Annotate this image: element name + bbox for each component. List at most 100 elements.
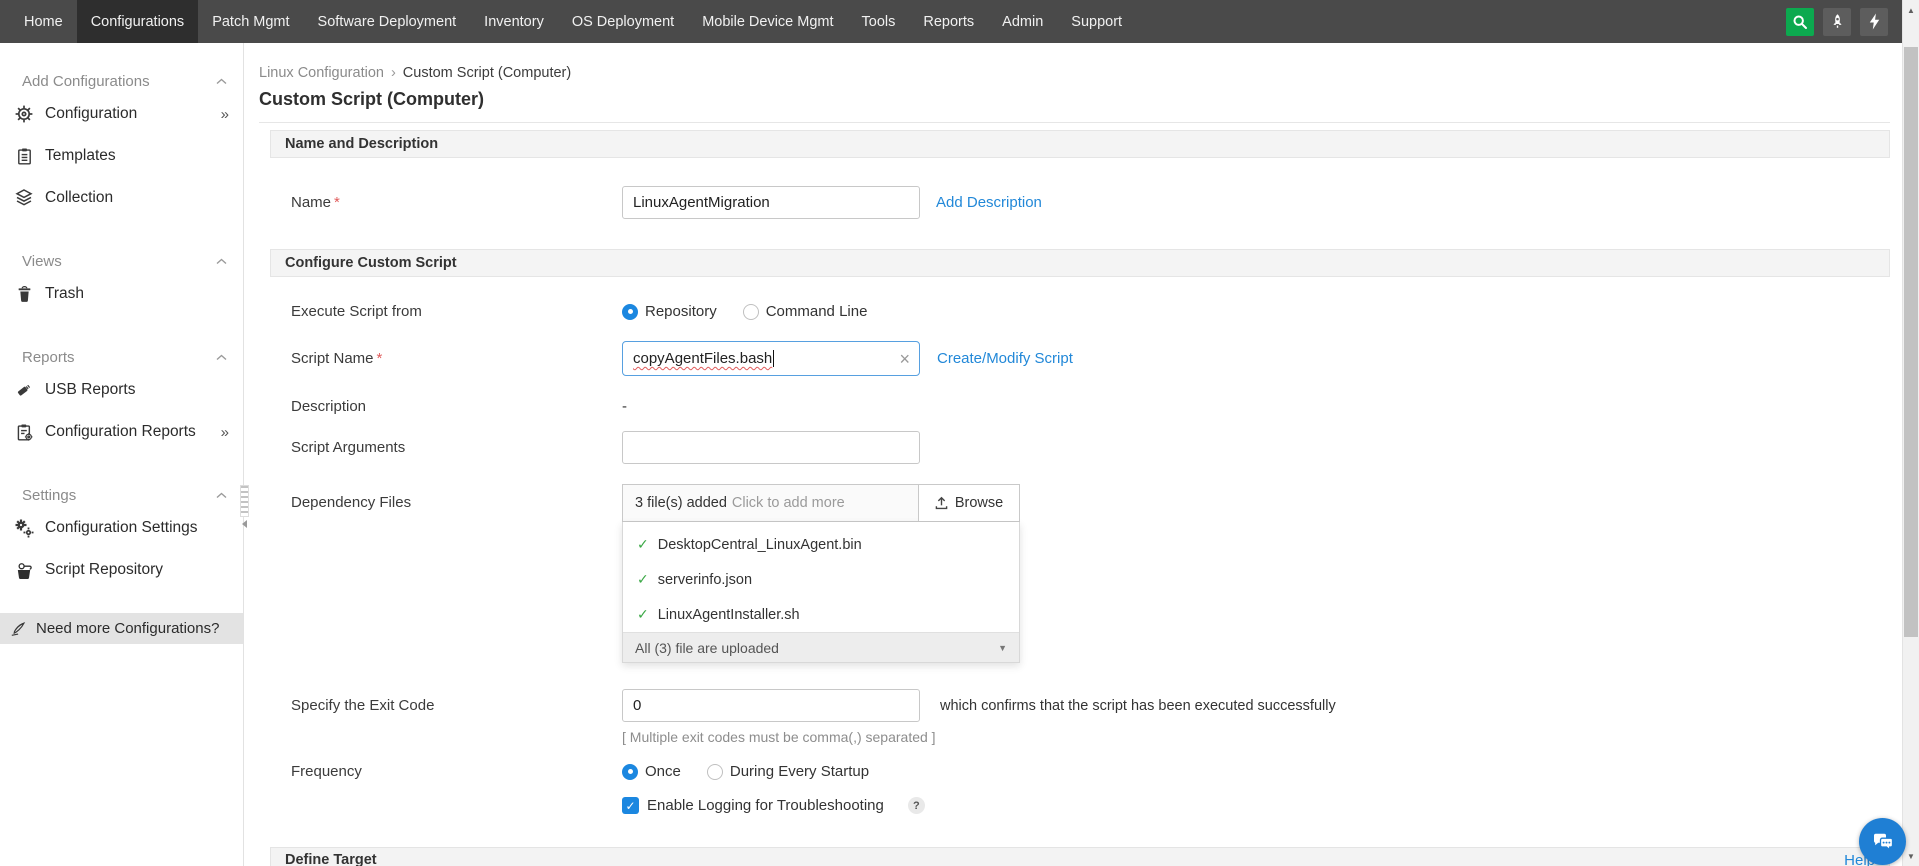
sidebar-item-templates[interactable]: Templates <box>0 135 243 177</box>
sidebar-item-trash[interactable]: Trash <box>0 273 243 315</box>
nav-tabs: Home Configurations Patch Mgmt Software … <box>0 0 1136 43</box>
page-title: Custom Script (Computer) <box>259 89 484 109</box>
breadcrumb-linux-configuration[interactable]: Linux Configuration <box>259 65 384 81</box>
radio-label: Command Line <box>765 303 868 320</box>
radio-unselected-icon[interactable] <box>742 303 759 320</box>
create-modify-script-link[interactable]: Create/Modify Script <box>937 350 1073 367</box>
sidebar-item-label: Configuration Reports <box>45 423 196 440</box>
getting-started-button[interactable] <box>1823 7 1851 36</box>
scroll-up-arrow-icon[interactable]: ▲ <box>1903 3 1919 17</box>
scroll-down-arrow-icon[interactable]: ▼ <box>1903 849 1919 863</box>
grip-bars-icon <box>239 485 249 517</box>
script-name-input[interactable]: copyAgentFiles.bash × <box>622 341 920 376</box>
description-row: Description - <box>270 398 1890 415</box>
script-name-row: Script Name * copyAgentFiles.bash × Creat… <box>270 341 1890 376</box>
nav-item-patch-mgmt[interactable]: Patch Mgmt <box>198 0 303 43</box>
chevron-down-icon[interactable]: ▼ <box>998 643 1007 653</box>
file-name: serverinfo.json <box>657 571 753 588</box>
required-asterisk: * <box>334 194 340 211</box>
section-title: Define Target <box>285 852 377 866</box>
logging-row: Enable Logging for Troubleshooting ? <box>270 797 1890 814</box>
frequency-label: Frequency <box>291 763 362 780</box>
files-added-field[interactable]: 3 file(s) added Click to add more <box>623 485 918 521</box>
nav-item-mobile-device-mgmt[interactable]: Mobile Device Mgmt <box>688 0 847 43</box>
radio-command-line[interactable]: Command Line <box>742 303 868 320</box>
nav-item-admin[interactable]: Admin <box>988 0 1057 43</box>
radio-unselected-icon[interactable] <box>706 763 723 780</box>
radio-selected-icon[interactable] <box>622 763 638 780</box>
nav-item-software-deployment[interactable]: Software Deployment <box>304 0 471 43</box>
sidebar-section-add-configurations: Add Configurations <box>22 69 227 93</box>
check-icon: ✓ <box>637 571 649 587</box>
sidebar-item-script-repository[interactable]: Script Repository <box>0 549 243 591</box>
live-chat-button[interactable] <box>1859 818 1906 865</box>
radio-once[interactable]: Once <box>622 763 681 780</box>
quill-icon <box>10 620 28 638</box>
vertical-scrollbar[interactable]: ▲ ▼ <box>1902 0 1919 866</box>
chevron-up-icon[interactable] <box>216 492 227 499</box>
sidebar-item-label: Trash <box>45 285 85 302</box>
chevron-up-icon[interactable] <box>216 78 227 85</box>
help-question-icon[interactable]: ? <box>907 797 925 814</box>
nav-actions <box>1786 0 1902 43</box>
search-button[interactable] <box>1786 7 1814 36</box>
script-repository-icon <box>14 560 34 580</box>
clear-icon[interactable]: × <box>899 350 910 368</box>
script-arguments-label: Script Arguments <box>291 439 406 456</box>
script-arguments-input[interactable] <box>622 431 920 464</box>
dependency-file-item[interactable]: ✓ DesktopCentral_LinuxAgent.bin <box>623 527 1019 562</box>
collapse-left-icon <box>241 520 247 528</box>
nav-item-support[interactable]: Support <box>1057 0 1136 43</box>
section-header-define-target: Define Target Help <box>270 847 1890 866</box>
nav-item-tools[interactable]: Tools <box>848 0 910 43</box>
logging-checkbox-checked[interactable] <box>622 797 639 814</box>
add-description-link[interactable]: Add Description <box>936 194 1042 211</box>
script-name-value: copyAgentFiles.bash <box>633 350 773 367</box>
quick-actions-button[interactable] <box>1860 7 1888 36</box>
need-more-configurations-button[interactable]: Need more Configurations? <box>0 613 243 644</box>
upload-icon <box>935 496 948 510</box>
nav-item-reports[interactable]: Reports <box>909 0 988 43</box>
upload-status-footer[interactable]: All (3) file are uploaded ▼ <box>623 632 1019 662</box>
sidebar-item-label: Configuration <box>45 105 138 122</box>
top-nav: Home Configurations Patch Mgmt Software … <box>0 0 1902 43</box>
lightning-icon <box>1867 13 1882 30</box>
exit-code-row: Specify the Exit Code which confirms tha… <box>270 689 1890 722</box>
sidebar-item-configuration-settings[interactable]: Configuration Settings <box>0 507 243 549</box>
sidebar-resize-handle[interactable] <box>239 485 249 528</box>
name-input[interactable] <box>622 186 920 219</box>
nav-item-inventory[interactable]: Inventory <box>470 0 558 43</box>
sidebar-item-configuration-reports[interactable]: Configuration Reports » <box>0 411 243 453</box>
dependency-files-label: Dependency Files <box>291 494 412 511</box>
exit-code-label: Specify the Exit Code <box>291 697 435 714</box>
chevron-up-icon[interactable] <box>216 258 227 265</box>
section-title: Views <box>22 252 62 270</box>
text-cursor <box>773 350 775 367</box>
logging-label: Enable Logging for Troubleshooting <box>647 797 884 814</box>
exit-code-input[interactable] <box>622 689 920 722</box>
dependency-file-item[interactable]: ✓ serverinfo.json <box>623 562 1019 597</box>
click-to-add-more-hint: Click to add more <box>731 495 845 511</box>
browse-button[interactable]: Browse <box>918 485 1019 521</box>
chevron-up-icon[interactable] <box>216 354 227 361</box>
gears-icon <box>14 518 34 538</box>
sidebar-item-configuration[interactable]: Configuration » <box>0 93 243 135</box>
radio-during-every-startup[interactable]: During Every Startup <box>706 763 869 780</box>
upload-status-text: All (3) file are uploaded <box>635 639 779 656</box>
description-value: - <box>622 398 627 415</box>
sidebar-item-label: USB Reports <box>45 381 136 398</box>
sidebar-item-collection[interactable]: Collection <box>0 177 243 219</box>
nav-item-configurations[interactable]: Configurations <box>76 0 199 43</box>
nav-item-home[interactable]: Home <box>10 0 77 43</box>
radio-repository[interactable]: Repository <box>622 303 717 320</box>
sidebar-item-usb-reports[interactable]: USB Reports <box>0 369 243 411</box>
nav-item-os-deployment[interactable]: OS Deployment <box>558 0 688 43</box>
dependency-files-widget: 3 file(s) added Click to add more Browse… <box>622 484 1020 663</box>
dependency-file-item[interactable]: ✓ LinuxAgentInstaller.sh <box>623 597 1019 632</box>
radio-selected-icon[interactable] <box>622 303 638 320</box>
rocket-icon <box>1829 13 1846 30</box>
section-title: Settings <box>22 486 77 504</box>
script-name-label: Script Name * <box>291 350 383 367</box>
section-title: Name and Description <box>285 136 439 152</box>
scrollbar-thumb[interactable] <box>1904 47 1918 637</box>
